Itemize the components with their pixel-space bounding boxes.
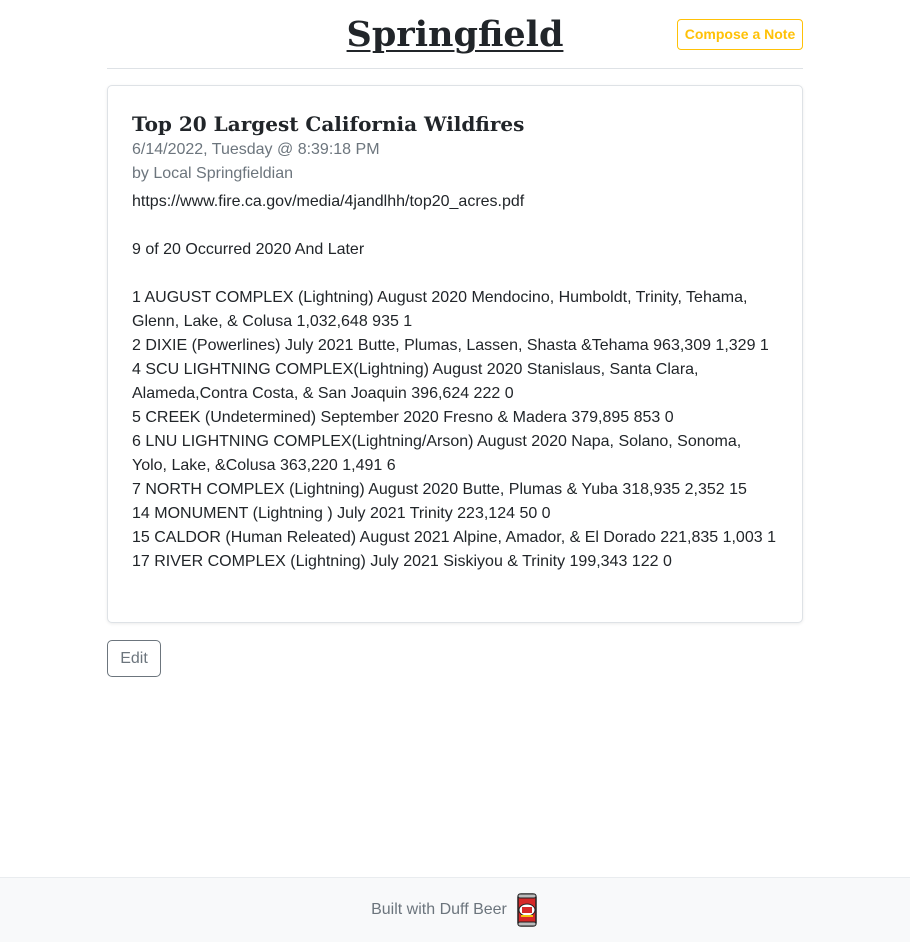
footer-text: Built with Duff Beer: [371, 901, 507, 918]
note-author: by Local Springfieldian: [132, 165, 293, 182]
note-body-line: [132, 214, 778, 238]
compose-note-button[interactable]: Compose a Note: [677, 19, 803, 50]
note-body: https://www.fire.ca.gov/media/4jandlhh/t…: [132, 190, 778, 574]
note-body-line: 4 SCU LIGHTNING COMPLEX(Lightning) Augus…: [132, 361, 703, 402]
note-source-link[interactable]: https://www.fire.ca.gov/media/4jandlhh/t…: [132, 190, 778, 214]
site-header: Springfield Compose a Note: [107, 0, 803, 69]
edit-button[interactable]: Edit: [107, 640, 161, 677]
note-timestamp: 6/14/2022, Tuesday @ 8:39:18 PM: [132, 141, 380, 158]
note-body-line: 17 RIVER COMPLEX (Lightning) July 2021 S…: [132, 553, 672, 570]
note-body-line: 6 LNU LIGHTNING COMPLEX(Lightning/Arson)…: [132, 433, 746, 474]
note-body-line: 2 DIXIE (Powerlines) July 2021 Butte, Pl…: [132, 337, 769, 354]
duff-beer-can-icon: [515, 893, 539, 927]
note-body-line: 14 MONUMENT (Lightning ) July 2021 Trini…: [132, 505, 551, 522]
note-card: Top 20 Largest California Wildfires 6/14…: [107, 85, 803, 623]
note-body-line: 7 NORTH COMPLEX (Lightning) August 2020 …: [132, 481, 747, 498]
site-footer: Built with Duff Beer: [0, 877, 910, 942]
note-body-line: 1 AUGUST COMPLEX (Lightning) August 2020…: [132, 289, 752, 330]
note-body-line: [132, 262, 778, 286]
note-body-line: 9 of 20 Occurred 2020 And Later: [132, 241, 365, 258]
note-title: Top 20 Largest California Wildfires: [132, 112, 525, 136]
note-body-line: 15 CALDOR (Human Releated) August 2021 A…: [132, 529, 776, 546]
note-body-line: 5 CREEK (Undetermined) September 2020 Fr…: [132, 409, 674, 426]
